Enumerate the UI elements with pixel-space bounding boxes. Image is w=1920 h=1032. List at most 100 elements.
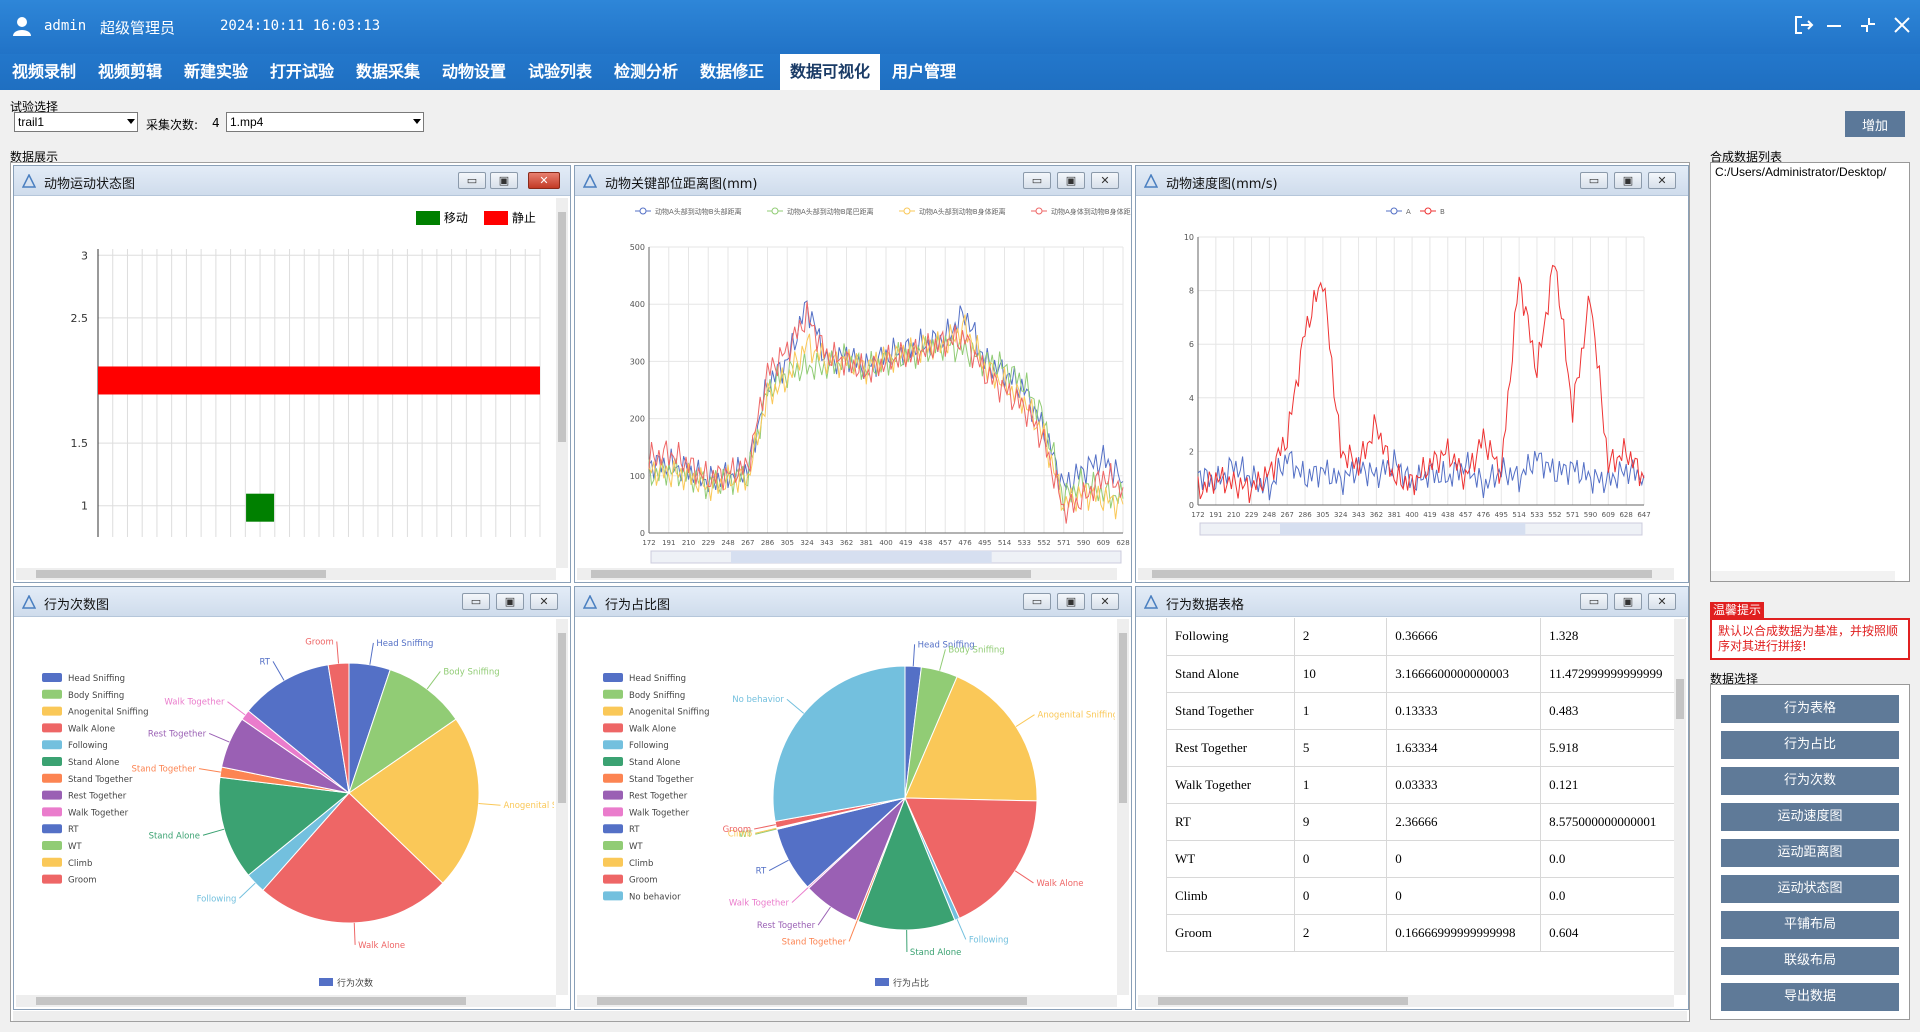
legend-still: 静止 (484, 209, 536, 226)
vertical-scrollbar[interactable] (1674, 619, 1686, 995)
horizontal-scrollbar[interactable] (577, 568, 1117, 580)
table-cell: 0.16666999999999998 (1386, 914, 1542, 952)
legend-label: RT (68, 825, 79, 835)
close-button[interactable]: ✕ (528, 172, 560, 189)
close-icon[interactable] (1890, 14, 1914, 38)
behavior-table-button[interactable]: 行为表格 (1721, 695, 1899, 723)
legend-marker (1424, 207, 1432, 215)
close-button[interactable]: ✕ (1091, 172, 1119, 189)
legend-swatch (603, 790, 623, 800)
video-select-value: 1.mp4 (230, 115, 264, 129)
maximize-button[interactable]: ▣ (490, 172, 518, 189)
video-select[interactable]: 1.mp4 (226, 112, 424, 132)
outer-horizontal-scrollbar[interactable] (13, 1011, 1687, 1021)
y-tick-label: 10 (1184, 233, 1194, 242)
close-button[interactable]: ✕ (1648, 593, 1676, 610)
slice-label: No behavior (732, 695, 784, 705)
minimize-button[interactable]: ▭ (458, 172, 486, 189)
menu-detect-analysis[interactable]: 检测分析 (608, 54, 684, 90)
chevron-down-icon (127, 119, 135, 124)
legend-label: Groom (629, 876, 658, 886)
horizontal-scrollbar[interactable] (1138, 568, 1674, 580)
minimize-button[interactable]: ▭ (1023, 172, 1051, 189)
logout-icon[interactable] (1792, 14, 1816, 38)
trial-select[interactable]: trail1 (14, 112, 138, 132)
maximize-button[interactable]: ▣ (1057, 172, 1085, 189)
menu-data-collect[interactable]: 数据采集 (350, 54, 426, 90)
menu-new-experiment[interactable]: 新建实验 (178, 54, 254, 90)
slice-label: Head Sniffing (376, 639, 433, 649)
x-tick-label: 210 (682, 539, 695, 547)
minimize-button[interactable]: ▭ (1580, 172, 1608, 189)
vertical-scrollbar[interactable] (556, 198, 568, 568)
label-line (817, 906, 831, 926)
table-cell: Climb (1166, 877, 1295, 915)
datetime-display: 2024:10:11 16:03:13 (220, 18, 381, 34)
x-tick-label: 609 (1602, 511, 1615, 519)
label-line (956, 919, 967, 940)
export-data-button[interactable]: 导出数据 (1721, 983, 1899, 1011)
maximize-button[interactable]: ▣ (496, 593, 524, 610)
restore-icon[interactable] (1856, 14, 1880, 38)
menu-video-record[interactable]: 视频录制 (6, 54, 82, 90)
x-tick-label: 381 (860, 539, 873, 547)
horizontal-scrollbar[interactable] (16, 568, 556, 580)
label-line (754, 827, 777, 834)
y-tick-label: 0 (1189, 501, 1194, 510)
state-chart-button[interactable]: 运动状态图 (1721, 875, 1899, 903)
list-item[interactable]: C:/Users/Administrator/Desktop/ (1715, 165, 1907, 179)
horizontal-scrollbar[interactable] (16, 995, 556, 1007)
legend-swatch (603, 773, 623, 783)
slice-label: RT (260, 657, 271, 667)
x-tick-label: 438 (1441, 511, 1454, 519)
menu-data-fix[interactable]: 数据修正 (694, 54, 770, 90)
close-button[interactable]: ✕ (530, 593, 558, 610)
minimize-icon[interactable] (1822, 14, 1846, 38)
menu-open-trial[interactable]: 打开试验 (264, 54, 340, 90)
table-cell: 0.604 (1540, 914, 1686, 952)
merge-data-list[interactable]: C:/Users/Administrator/Desktop/ (1710, 162, 1910, 582)
x-tick-label: 172 (1191, 511, 1204, 519)
behavior-count-button[interactable]: 行为次数 (1721, 767, 1899, 795)
add-button[interactable]: 增加 (1845, 111, 1905, 137)
tile-layout-button[interactable]: 平铺布局 (1721, 911, 1899, 939)
minimize-button[interactable]: ▭ (1580, 593, 1608, 610)
close-button[interactable]: ✕ (1648, 172, 1676, 189)
behavior-ratio-button[interactable]: 行为占比 (1721, 731, 1899, 759)
slice-label: Following (969, 935, 1009, 945)
menu-animal-settings[interactable]: 动物设置 (436, 54, 512, 90)
horizontal-scrollbar[interactable] (577, 995, 1117, 1007)
maximize-button[interactable]: ▣ (1057, 593, 1085, 610)
maximize-button[interactable]: ▣ (1614, 593, 1642, 610)
x-tick-label: 457 (1459, 511, 1472, 519)
x-tick-label: 400 (1405, 511, 1418, 519)
cascade-layout-button[interactable]: 联级布局 (1721, 947, 1899, 975)
chart-icon (22, 595, 36, 609)
speed-chart-button[interactable]: 运动速度图 (1721, 803, 1899, 831)
minimize-button[interactable]: ▭ (462, 593, 490, 610)
horizontal-scrollbar[interactable] (1138, 995, 1674, 1007)
table-cell: 0.0 (1540, 877, 1686, 915)
distance-chart-button[interactable]: 运动距离图 (1721, 839, 1899, 867)
vertical-scrollbar[interactable] (1117, 619, 1129, 995)
legend-still-label: 静止 (511, 211, 536, 225)
maximize-button[interactable]: ▣ (1614, 172, 1642, 189)
tip-text: 默认以合成数据为基准，并按照顺序对其进行拼接! (1718, 624, 1899, 653)
horizontal-scrollbar[interactable] (1711, 571, 1895, 581)
user-name: admin (44, 18, 87, 34)
menu-trial-list[interactable]: 试验列表 (522, 54, 598, 90)
menu-video-edit[interactable]: 视频剪辑 (92, 54, 168, 90)
y-tick-label: 2.5 (71, 312, 89, 325)
close-button[interactable]: ✕ (1091, 593, 1119, 610)
label-line (239, 882, 256, 899)
menu-user-management[interactable]: 用户管理 (886, 54, 962, 90)
vertical-scrollbar[interactable] (556, 619, 568, 995)
legend-marker (1390, 207, 1398, 215)
x-tick-label: 229 (1245, 511, 1258, 519)
legend-label: Walk Alone (68, 724, 115, 734)
minimize-button[interactable]: ▭ (1023, 593, 1051, 610)
menu-data-visualization[interactable]: 数据可视化 (780, 54, 880, 90)
panel-title: 行为数据表格 (1166, 598, 1245, 613)
table-row: Climb 0 0 0.0 (1166, 877, 1686, 915)
panel-titlebar: 动物运动状态图 ▭ ▣ ✕ (14, 166, 570, 196)
